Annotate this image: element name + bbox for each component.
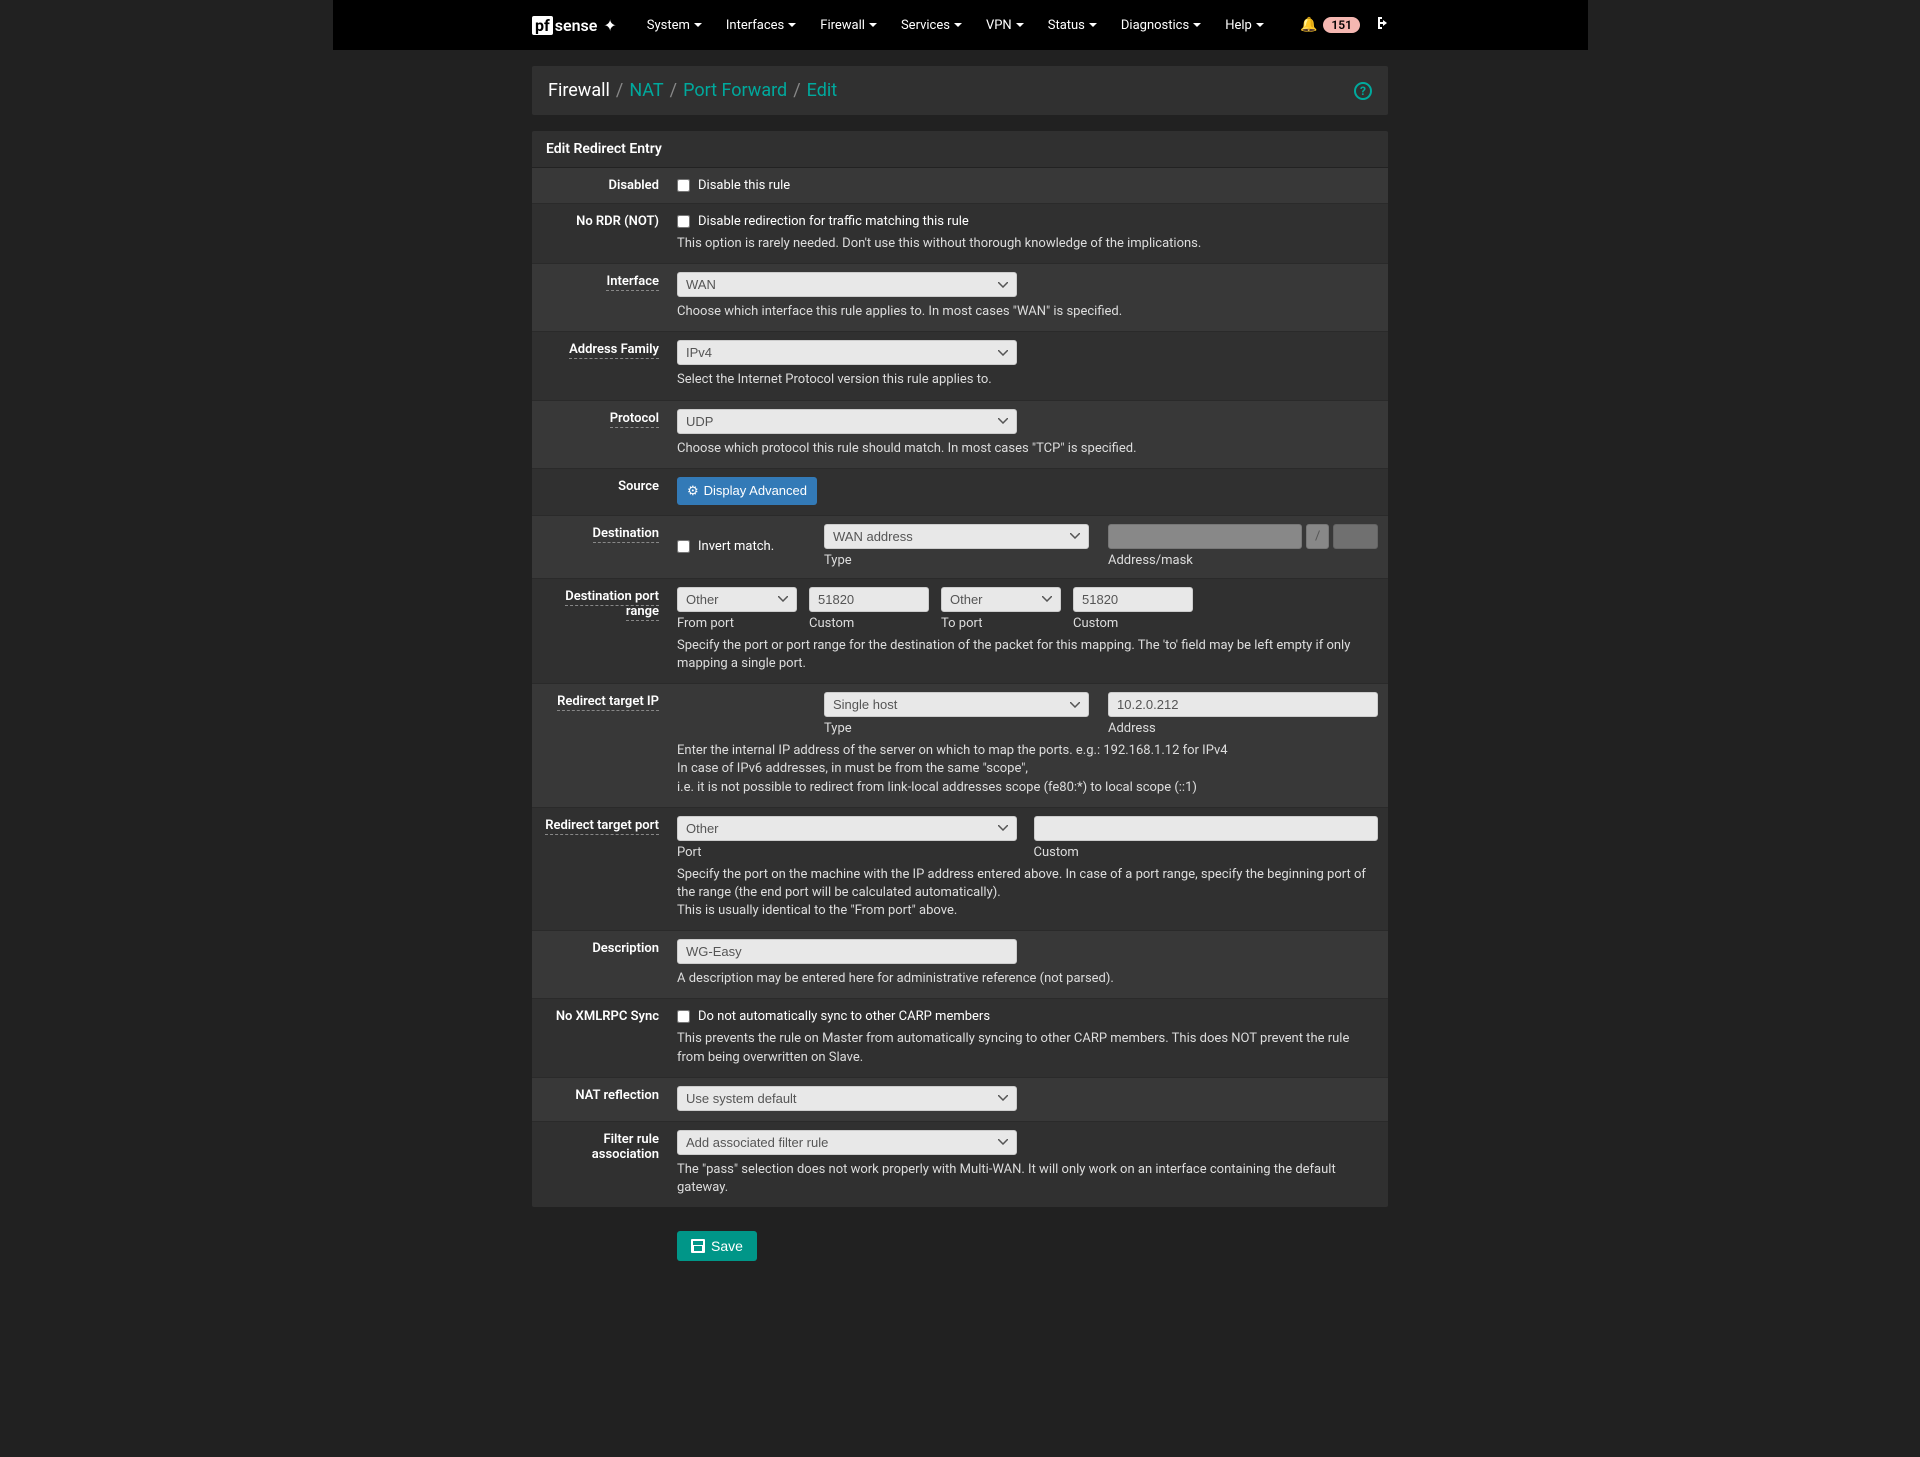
interface-select[interactable]: WAN xyxy=(677,272,1017,297)
destination-type-select[interactable]: WAN address xyxy=(824,524,1089,549)
caret-icon xyxy=(1089,23,1097,27)
redirect-ip-help: Enter the internal IP address of the ser… xyxy=(677,742,1378,797)
dest-port-help: Specify the port or port range for the d… xyxy=(677,637,1378,673)
caret-icon xyxy=(954,23,962,27)
panel-title: Edit Redirect Entry xyxy=(532,131,1388,168)
nav-firewall[interactable]: Firewall xyxy=(810,10,887,41)
notifications[interactable]: 🔔 151 xyxy=(1300,17,1360,33)
from-port-label: From port xyxy=(677,616,797,631)
breadcrumb-nat[interactable]: NAT xyxy=(629,80,663,101)
help-icon[interactable]: ? xyxy=(1354,82,1372,100)
breadcrumb-edit[interactable]: Edit xyxy=(807,80,837,101)
nav-vpn[interactable]: VPN xyxy=(976,10,1034,41)
invert-match-checkbox[interactable] xyxy=(677,540,690,553)
label-nat-reflection: NAT reflection xyxy=(532,1078,667,1121)
gear-icon xyxy=(687,483,699,499)
filter-rule-help: The "pass" selection does not work prope… xyxy=(677,1161,1378,1197)
label-filter-rule: Filter rule association xyxy=(532,1122,667,1207)
nav-status[interactable]: Status xyxy=(1038,10,1107,41)
breadcrumb-portforward[interactable]: Port Forward xyxy=(683,80,787,101)
redirect-ip-input[interactable] xyxy=(1108,692,1378,717)
to-port-custom-input[interactable] xyxy=(1073,587,1193,612)
redirect-port-select[interactable]: Other xyxy=(677,816,1017,841)
label-address-family: Address Family xyxy=(532,332,667,399)
from-port-custom-input[interactable] xyxy=(809,587,929,612)
disabled-checkbox-label: Disable this rule xyxy=(698,178,790,193)
caret-icon xyxy=(1193,23,1201,27)
description-help: A description may be entered here for ad… xyxy=(677,970,1378,988)
protocol-select[interactable]: UDP xyxy=(677,409,1017,434)
protocol-help: Choose which protocol this rule should m… xyxy=(677,440,1378,458)
redirect-ip-label: Address xyxy=(1108,721,1378,736)
caret-icon xyxy=(788,23,796,27)
address-family-help: Select the Internet Protocol version thi… xyxy=(677,371,1378,389)
edit-panel: Edit Redirect Entry Disabled Disable thi… xyxy=(532,131,1388,1207)
logout-icon[interactable] xyxy=(1372,15,1388,35)
no-xmlrpc-checkbox-label: Do not automatically sync to other CARP … xyxy=(698,1009,990,1024)
interface-help: Choose which interface this rule applies… xyxy=(677,303,1378,321)
address-family-select[interactable]: IPv4 xyxy=(677,340,1017,365)
caret-icon xyxy=(694,23,702,27)
nav-diagnostics[interactable]: Diagnostics xyxy=(1111,10,1211,41)
no-rdr-checkbox[interactable] xyxy=(677,215,690,228)
label-interface: Interface xyxy=(532,264,667,331)
to-port-label: To port xyxy=(941,616,1061,631)
description-input[interactable] xyxy=(677,939,1017,964)
display-advanced-button[interactable]: Display Advanced xyxy=(677,477,817,505)
breadcrumb: Firewall / NAT / Port Forward / Edit xyxy=(548,80,837,101)
redirect-port-custom-input[interactable] xyxy=(1034,816,1379,841)
to-port-custom-label: Custom xyxy=(1073,616,1193,631)
nat-reflection-select[interactable]: Use system default xyxy=(677,1086,1017,1111)
redirect-ip-type-label: Type xyxy=(824,721,1096,736)
no-rdr-checkbox-label: Disable redirection for traffic matching… xyxy=(698,214,969,229)
redirect-ip-type-select[interactable]: Single host xyxy=(824,692,1089,717)
no-rdr-help: This option is rarely needed. Don't use … xyxy=(677,235,1378,253)
page-header: Firewall / NAT / Port Forward / Edit ? xyxy=(532,66,1388,115)
label-source: Source xyxy=(532,469,667,515)
from-port-select[interactable]: Other xyxy=(677,587,797,612)
nav-help[interactable]: Help xyxy=(1215,10,1274,41)
label-dest-port-range: Destination port range xyxy=(532,579,667,683)
nav-services[interactable]: Services xyxy=(891,10,972,41)
to-port-select[interactable]: Other xyxy=(941,587,1061,612)
label-destination: Destination xyxy=(532,516,667,578)
invert-match-label: Invert match. xyxy=(698,539,774,554)
destination-mask-select xyxy=(1333,524,1378,549)
from-port-custom-label: Custom xyxy=(809,616,929,631)
label-description: Description xyxy=(532,931,667,998)
mask-separator: / xyxy=(1306,524,1329,549)
label-redirect-target-ip: Redirect target IP xyxy=(532,684,667,807)
save-button[interactable]: Save xyxy=(677,1231,757,1261)
label-protocol: Protocol xyxy=(532,401,667,468)
destination-mask-label: Address/mask xyxy=(1108,553,1378,568)
save-icon xyxy=(691,1239,705,1253)
destination-type-label: Type xyxy=(824,553,1096,568)
destination-address-input xyxy=(1108,524,1302,549)
notification-count: 151 xyxy=(1323,17,1360,33)
caret-icon xyxy=(869,23,877,27)
label-no-xmlrpc: No XMLRPC Sync xyxy=(532,999,667,1076)
disabled-checkbox[interactable] xyxy=(677,179,690,192)
breadcrumb-firewall: Firewall xyxy=(548,80,610,101)
label-redirect-target-port: Redirect target port xyxy=(532,808,667,931)
no-xmlrpc-help: This prevents the rule on Master from au… xyxy=(677,1030,1378,1066)
redirect-port-help: Specify the port on the machine with the… xyxy=(677,866,1378,921)
logo[interactable]: pfsense✦ xyxy=(532,16,617,35)
bell-icon: 🔔 xyxy=(1300,17,1317,33)
label-no-rdr: No RDR (NOT) xyxy=(532,204,667,263)
caret-icon xyxy=(1016,23,1024,27)
no-xmlrpc-checkbox[interactable] xyxy=(677,1010,690,1023)
filter-rule-select[interactable]: Add associated filter rule xyxy=(677,1130,1017,1155)
nav-system[interactable]: System xyxy=(637,10,712,41)
nav-interfaces[interactable]: Interfaces xyxy=(716,10,806,41)
caret-icon xyxy=(1256,23,1264,27)
redirect-port-label: Port xyxy=(677,845,1022,860)
redirect-port-custom-label: Custom xyxy=(1034,845,1379,860)
label-disabled: Disabled xyxy=(532,168,667,203)
